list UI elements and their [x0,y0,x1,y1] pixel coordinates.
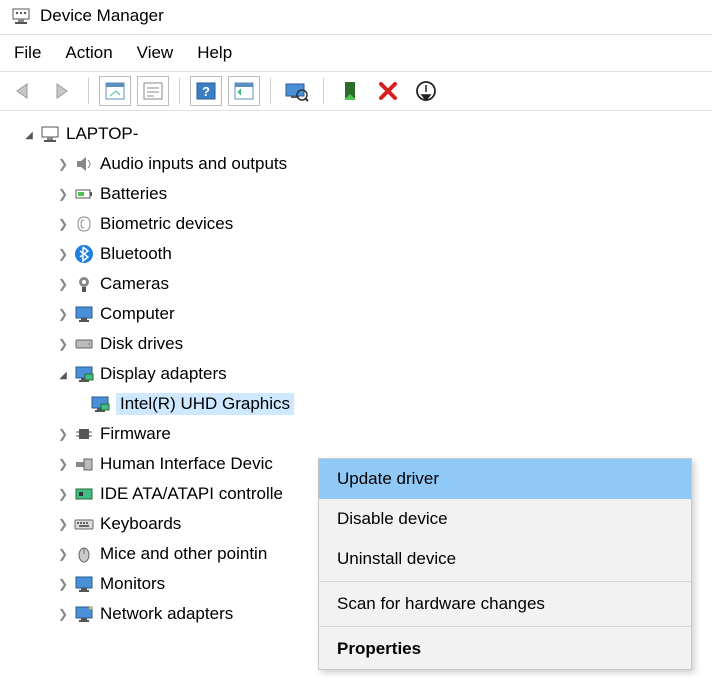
tree-item-label: Mice and other pointin [100,544,267,564]
keyboard-icon [72,514,96,534]
toolbar-separator [179,78,180,104]
menu-file[interactable]: File [14,43,41,63]
tree-item-intel-uhd[interactable]: Intel(R) UHD Graphics [8,389,712,419]
mouse-icon [72,544,96,564]
tree-item[interactable]: Audio inputs and outputs [8,149,712,179]
display-icon [72,364,96,384]
expand-icon[interactable] [54,367,72,381]
tree-root-label: LAPTOP- [66,124,138,144]
toolbar-separator [270,78,271,104]
network-icon [72,604,96,624]
tree-item-label: Intel(R) UHD Graphics [116,393,294,415]
tree-item[interactable]: Firmware [8,419,712,449]
tree-item[interactable]: Bluetooth [8,239,712,269]
context-disable-device[interactable]: Disable device [319,499,691,539]
tree-item-label: Human Interface Devic [100,454,273,474]
titlebar: Device Manager [0,0,712,35]
camera-icon [72,274,96,294]
back-button[interactable] [8,76,40,106]
tree-item[interactable]: Cameras [8,269,712,299]
menubar: File Action View Help [0,35,712,72]
menu-action[interactable]: Action [65,43,112,63]
expand-icon[interactable] [54,547,72,561]
speaker-icon [72,154,96,174]
tree-item-label: Audio inputs and outputs [100,154,287,174]
expand-icon[interactable] [54,457,72,471]
tree-item[interactable]: Biometric devices [8,209,712,239]
tree-item-label: Disk drives [100,334,183,354]
tree-item-label: Keyboards [100,514,181,534]
disable-device-button[interactable] [410,76,442,106]
tree-item-label: Firmware [100,424,171,444]
toolbar-separator [323,78,324,104]
expand-icon[interactable] [20,127,38,141]
monitor-icon [72,574,96,594]
tree-item-label: Bluetooth [100,244,172,264]
tree-item-label: Network adapters [100,604,233,624]
context-separator [319,626,691,627]
tree-item-label: Batteries [100,184,167,204]
expand-icon[interactable] [54,577,72,591]
expand-icon[interactable] [54,247,72,261]
help-button[interactable]: ? [190,76,222,106]
properties-button[interactable] [137,76,169,106]
tree-item-label: Cameras [100,274,169,294]
expand-icon[interactable] [54,487,72,501]
uninstall-device-button[interactable] [372,76,404,106]
chip-icon [72,424,96,444]
battery-icon [72,184,96,204]
context-separator [319,581,691,582]
context-scan-hardware[interactable]: Scan for hardware changes [319,584,691,624]
show-hide-console-tree-button[interactable] [99,76,131,106]
context-menu: Update driver Disable device Uninstall d… [318,458,692,670]
tree-item-display-adapters[interactable]: Display adapters [8,359,712,389]
hid-icon [72,454,96,474]
action-pane-button[interactable] [228,76,260,106]
menu-view[interactable]: View [137,43,174,63]
tree-item[interactable]: Batteries [8,179,712,209]
window-title: Device Manager [40,6,164,26]
display-icon [88,394,112,414]
expand-icon[interactable] [54,277,72,291]
expand-icon[interactable] [54,427,72,441]
tree-item-label: Computer [100,304,175,324]
tree-root[interactable]: LAPTOP- [8,119,712,149]
context-uninstall-device[interactable]: Uninstall device [319,539,691,579]
expand-icon[interactable] [54,217,72,231]
computer-icon [38,124,62,144]
forward-button[interactable] [46,76,78,106]
context-update-driver[interactable]: Update driver [319,459,691,499]
expand-icon[interactable] [54,337,72,351]
expand-icon[interactable] [54,157,72,171]
tree-item-label: Biometric devices [100,214,233,234]
svg-text:?: ? [202,84,210,99]
toolbar-separator [88,78,89,104]
update-driver-button[interactable] [334,76,366,106]
ide-icon [72,484,96,504]
fingerprint-icon [72,214,96,234]
expand-icon[interactable] [54,607,72,621]
context-properties[interactable]: Properties [319,629,691,669]
disk-icon [72,334,96,354]
app-icon [10,6,32,26]
tree-item-label: IDE ATA/ATAPI controlle [100,484,283,504]
menu-help[interactable]: Help [197,43,232,63]
bluetooth-icon [72,244,96,264]
scan-hardware-button[interactable] [281,76,313,106]
expand-icon[interactable] [54,187,72,201]
tree-item-label: Display adapters [100,364,227,384]
tree-item[interactable]: Disk drives [8,329,712,359]
tree-item[interactable]: Computer [8,299,712,329]
toolbar: ? [0,72,712,111]
monitor-icon [72,304,96,324]
expand-icon[interactable] [54,517,72,531]
tree-item-label: Monitors [100,574,165,594]
expand-icon[interactable] [54,307,72,321]
